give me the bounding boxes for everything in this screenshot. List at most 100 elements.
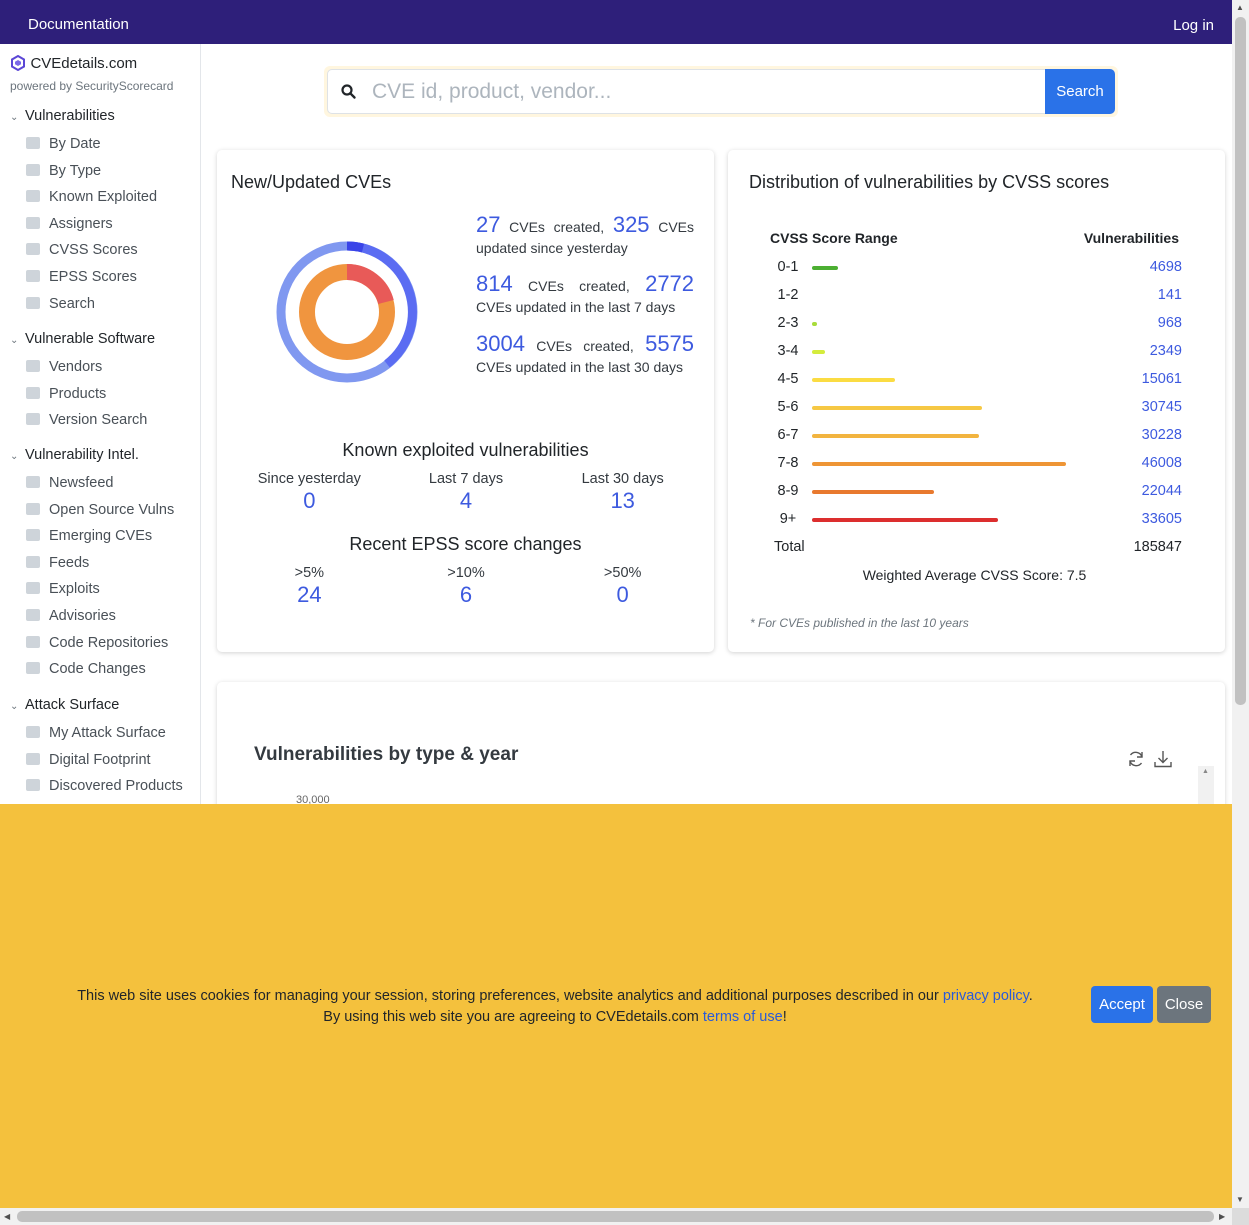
sidebar-item-label: By Date bbox=[49, 136, 101, 152]
cvss-count-link[interactable]: 33605 bbox=[1142, 511, 1182, 527]
sidebar-section-vulnerabilities[interactable]: ⌄ Vulnerabilities bbox=[10, 108, 115, 124]
cvss-range-label: 8-9 bbox=[777, 483, 799, 499]
sidebar-section-vulnerability-intel[interactable]: ⌄ Vulnerability Intel. bbox=[10, 447, 139, 463]
cvss-count-link[interactable]: 30745 bbox=[1142, 399, 1182, 415]
sidebar-item-epss-scores[interactable]: EPSS Scores bbox=[26, 269, 137, 285]
kev-value[interactable]: 0 bbox=[231, 488, 388, 514]
sidebar-item-discovered-products[interactable]: Discovered Products bbox=[26, 778, 183, 794]
vertical-scrollbar[interactable]: ▲ ▼ bbox=[1232, 0, 1249, 1208]
sidebar-item-known-exploited[interactable]: Known Exploited bbox=[26, 189, 157, 205]
sidebar-item-emerging-cves[interactable]: Emerging CVEs bbox=[26, 528, 152, 544]
discovered-products-icon bbox=[26, 779, 40, 792]
close-cookies-button[interactable]: Close bbox=[1157, 986, 1211, 1023]
sidebar-item-label: Digital Footprint bbox=[49, 751, 151, 768]
cvss-row: 0-1 4698 bbox=[767, 258, 1182, 286]
cvss-count-link[interactable]: 141 bbox=[1158, 287, 1182, 303]
sidebar-item-newsfeed[interactable]: Newsfeed bbox=[26, 475, 113, 491]
sidebar-item-cvss-scores[interactable]: CVSS Scores bbox=[26, 242, 138, 258]
emerging-cves-icon bbox=[26, 529, 40, 542]
sidebar-item-assigners[interactable]: Assigners bbox=[26, 216, 113, 232]
sidebar-item-label: Open Source Vulns bbox=[49, 501, 175, 518]
sidebar-item-label: Known Exploited bbox=[49, 189, 158, 206]
col-vulnerabilities: Vulnerabilities bbox=[1083, 230, 1179, 246]
cvss-bar bbox=[812, 406, 982, 410]
brand[interactable]: CVEdetails.com powered by SecurityScorec… bbox=[10, 55, 173, 93]
download-icon[interactable] bbox=[1153, 749, 1173, 769]
epss-value[interactable]: 24 bbox=[231, 582, 388, 608]
sidebar-item-code-repositories[interactable]: Code Repositories bbox=[26, 635, 168, 651]
scroll-down-arrow-icon[interactable]: ▼ bbox=[1236, 1195, 1244, 1204]
updated-yesterday-count[interactable]: 325 bbox=[613, 212, 650, 237]
my-attack-surface-icon bbox=[26, 726, 40, 738]
cvss-bar bbox=[812, 518, 998, 522]
sidebar-item-version-search[interactable]: Version Search bbox=[26, 412, 147, 428]
cvss-count-link[interactable]: 968 bbox=[1158, 315, 1182, 331]
epss-value[interactable]: 6 bbox=[388, 582, 545, 608]
terms-of-use-link[interactable]: terms of use bbox=[703, 1009, 783, 1025]
sidebar: CVEdetails.com powered by SecurityScorec… bbox=[0, 44, 201, 804]
cookie-text: ! bbox=[782, 1009, 787, 1025]
cvss-range-label: 0-1 bbox=[777, 259, 799, 275]
kev-value[interactable]: 13 bbox=[544, 488, 701, 514]
created-month-count[interactable]: 3004 bbox=[476, 331, 525, 356]
sidebar-item-label: Exploits bbox=[49, 581, 100, 598]
sidebar-item-open-source-vulns[interactable]: Open Source Vulns bbox=[26, 502, 174, 518]
created-yesterday-count[interactable]: 27 bbox=[476, 212, 500, 237]
cvss-count-link[interactable]: 2349 bbox=[1150, 343, 1182, 359]
sidebar-item-products[interactable]: Products bbox=[26, 386, 106, 402]
login-link[interactable]: Log in bbox=[1173, 17, 1214, 34]
vertical-scroll-thumb[interactable] bbox=[1235, 17, 1246, 705]
scroll-up-arrow-icon[interactable]: ▲ bbox=[1236, 3, 1244, 12]
sidebar-item-exploits[interactable]: Exploits bbox=[26, 581, 100, 597]
sidebar-section-vulnerable-software[interactable]: ⌄ Vulnerable Software bbox=[10, 331, 155, 347]
horizontal-scrollbar[interactable]: ◀ ▶ bbox=[0, 1208, 1232, 1225]
cvss-count-link[interactable]: 22044 bbox=[1142, 483, 1182, 499]
cvss-count-link[interactable]: 15061 bbox=[1142, 371, 1182, 387]
by-type-icon bbox=[26, 163, 40, 176]
cvss-count-link[interactable]: 30228 bbox=[1142, 427, 1182, 443]
search-icon bbox=[26, 296, 40, 309]
brand-name: CVEdetails.com bbox=[30, 55, 138, 72]
updated-week-count[interactable]: 2772 bbox=[645, 271, 694, 296]
sidebar-item-label: Advisories bbox=[49, 608, 116, 624]
sidebar-item-advisories[interactable]: Advisories bbox=[26, 608, 116, 624]
chevron-down-icon: ⌄ bbox=[10, 112, 19, 123]
scroll-left-arrow-icon[interactable]: ◀ bbox=[4, 1212, 10, 1221]
created-week-count[interactable]: 814 bbox=[476, 271, 513, 296]
exploits-icon bbox=[26, 582, 40, 595]
sidebar-item-vendors[interactable]: Vendors bbox=[26, 359, 102, 375]
sidebar-item-by-type[interactable]: By Type bbox=[26, 163, 101, 179]
kev-value[interactable]: 4 bbox=[388, 488, 545, 514]
privacy-policy-link[interactable]: privacy policy bbox=[943, 988, 1029, 1004]
sidebar-item-label: Code Changes bbox=[49, 661, 146, 678]
scroll-right-arrow-icon[interactable]: ▶ bbox=[1219, 1212, 1225, 1221]
updated-label: CVEs updated in the last 7 days bbox=[476, 299, 676, 315]
scroll-up-arrow-icon[interactable]: ▲ bbox=[1202, 768, 1209, 775]
epss-scores-icon bbox=[26, 270, 40, 282]
search-button[interactable]: Search bbox=[1045, 69, 1115, 114]
sidebar-item-label: Feeds bbox=[49, 554, 90, 571]
sidebar-item-code-changes[interactable]: Code Changes bbox=[26, 661, 146, 677]
search-input[interactable] bbox=[372, 76, 1032, 108]
horizontal-scroll-thumb[interactable] bbox=[17, 1211, 1214, 1222]
updated-month-count[interactable]: 5575 bbox=[645, 331, 694, 356]
sidebar-item-my-attack-surface[interactable]: My Attack Surface bbox=[26, 725, 166, 741]
sidebar-item-by-date[interactable]: By Date bbox=[26, 136, 101, 152]
sidebar-item-search[interactable]: Search bbox=[26, 296, 95, 312]
chevron-down-icon: ⌄ bbox=[10, 335, 19, 346]
epss-value[interactable]: 0 bbox=[544, 582, 701, 608]
cookie-text: By using this web site you are agreeing … bbox=[323, 1009, 703, 1025]
cvss-count-link[interactable]: 4698 bbox=[1150, 259, 1182, 275]
documentation-link[interactable]: Documentation bbox=[28, 16, 129, 33]
sidebar-section-attack-surface[interactable]: ⌄ Attack Surface bbox=[10, 697, 119, 713]
scrollbar-corner bbox=[1232, 1208, 1249, 1225]
refresh-icon[interactable] bbox=[1126, 749, 1146, 769]
sidebar-item-digital-footprint[interactable]: Digital Footprint bbox=[26, 752, 151, 768]
accept-cookies-button[interactable]: Accept bbox=[1091, 986, 1153, 1023]
sidebar-item-label: Emerging CVEs bbox=[49, 528, 153, 545]
cookie-message: This web site uses cookies for managing … bbox=[50, 986, 1060, 1028]
sidebar-item-feeds[interactable]: Feeds bbox=[26, 555, 89, 571]
newsfeed-icon bbox=[26, 476, 40, 488]
cvss-count-link[interactable]: 46008 bbox=[1142, 455, 1182, 471]
sidebar-item-label: Vendors bbox=[49, 359, 103, 375]
